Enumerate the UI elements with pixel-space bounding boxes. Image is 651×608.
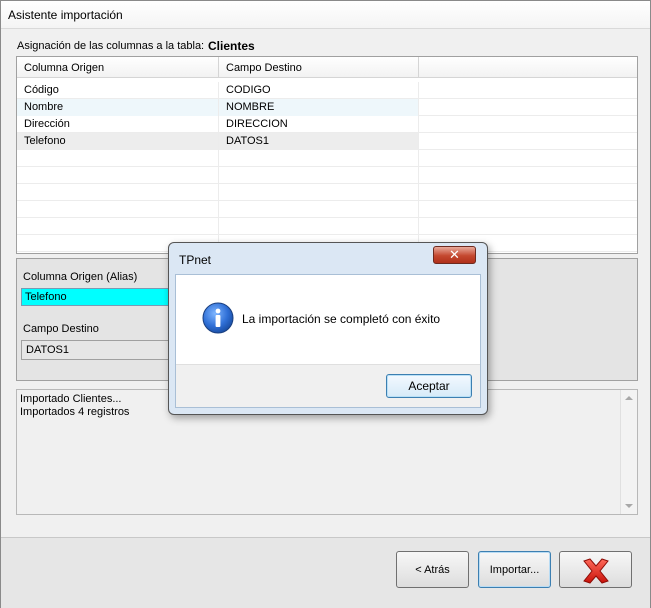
mapping-header-label: Asignación de las columnas a la tabla: bbox=[17, 40, 205, 52]
title-bar[interactable]: Asistente importación bbox=[1, 1, 650, 29]
source-column-cell: Telefono bbox=[17, 133, 219, 150]
target-table-name: Clientes bbox=[208, 39, 255, 53]
message-dialog: TPnet ✕ La importación se completó con é… bbox=[168, 242, 488, 415]
column-mapping-grid[interactable]: Columna Origen Campo Destino Código CODI… bbox=[16, 56, 638, 254]
empty-cell bbox=[419, 116, 637, 133]
destination-field-cell: NOMBRE bbox=[219, 99, 419, 116]
empty-cell bbox=[419, 82, 637, 99]
scroll-up-icon[interactable] bbox=[625, 396, 633, 400]
destination-field-select[interactable]: DATOS1 bbox=[21, 340, 181, 360]
log-line: Importado Clientes... bbox=[20, 393, 122, 405]
info-icon bbox=[202, 302, 234, 334]
destination-field-label: Campo Destino bbox=[23, 323, 99, 335]
alias-label: Columna Origen (Alias) bbox=[23, 271, 138, 283]
source-column-cell: Código bbox=[17, 82, 219, 99]
grid-header-empty bbox=[419, 57, 637, 78]
destination-field-cell: CODIGO bbox=[219, 82, 419, 99]
empty-row bbox=[17, 167, 637, 184]
empty-row bbox=[17, 184, 637, 201]
empty-cell bbox=[219, 184, 419, 201]
alias-input[interactable]: Telefono bbox=[21, 288, 181, 306]
table-row[interactable]: Código CODIGO bbox=[17, 82, 637, 99]
empty-cell bbox=[219, 167, 419, 184]
table-row-selected[interactable]: Telefono DATOS1 bbox=[17, 133, 637, 150]
empty-cell bbox=[419, 99, 637, 116]
source-column-cell: Dirección bbox=[17, 116, 219, 133]
empty-row bbox=[17, 201, 637, 218]
grid-header-source-column[interactable]: Columna Origen bbox=[17, 57, 219, 78]
grid-header-destination-field[interactable]: Campo Destino bbox=[219, 57, 419, 78]
import-button[interactable]: Importar... bbox=[478, 551, 551, 588]
table-row[interactable]: Dirección DIRECCION bbox=[17, 116, 637, 133]
window-title: Asistente importación bbox=[8, 8, 123, 22]
scroll-down-icon[interactable] bbox=[625, 504, 633, 508]
ok-button[interactable]: Aceptar bbox=[386, 374, 472, 398]
empty-cell bbox=[17, 150, 219, 167]
source-column-cell: Nombre bbox=[17, 99, 219, 116]
empty-cell bbox=[17, 201, 219, 218]
log-scrollbar[interactable] bbox=[620, 390, 637, 514]
destination-field-cell: DATOS1 bbox=[219, 133, 419, 150]
log-line: Importados 4 registros bbox=[20, 406, 130, 418]
dialog-body: La importación se completó con éxito Ace… bbox=[175, 274, 481, 408]
empty-cell bbox=[219, 150, 419, 167]
empty-cell bbox=[17, 218, 219, 235]
empty-cell bbox=[419, 133, 637, 150]
footer: < Atrás Importar... bbox=[1, 538, 650, 608]
empty-cell bbox=[219, 201, 419, 218]
red-x-icon bbox=[583, 558, 609, 584]
back-button[interactable]: < Atrás bbox=[396, 551, 469, 588]
dialog-footer: Aceptar bbox=[176, 364, 480, 407]
dialog-message: La importación se completó con éxito bbox=[242, 312, 441, 326]
dialog-title: TPnet bbox=[179, 253, 212, 267]
empty-row bbox=[17, 150, 637, 167]
dialog-close-button[interactable]: ✕ bbox=[433, 246, 476, 264]
empty-row bbox=[17, 218, 637, 235]
empty-cell bbox=[17, 167, 219, 184]
cancel-button[interactable] bbox=[559, 551, 632, 588]
empty-cell bbox=[17, 184, 219, 201]
grid-header: Columna Origen Campo Destino bbox=[17, 57, 637, 78]
destination-field-cell: DIRECCION bbox=[219, 116, 419, 133]
table-row[interactable]: Nombre NOMBRE bbox=[17, 99, 637, 116]
empty-cell bbox=[219, 218, 419, 235]
